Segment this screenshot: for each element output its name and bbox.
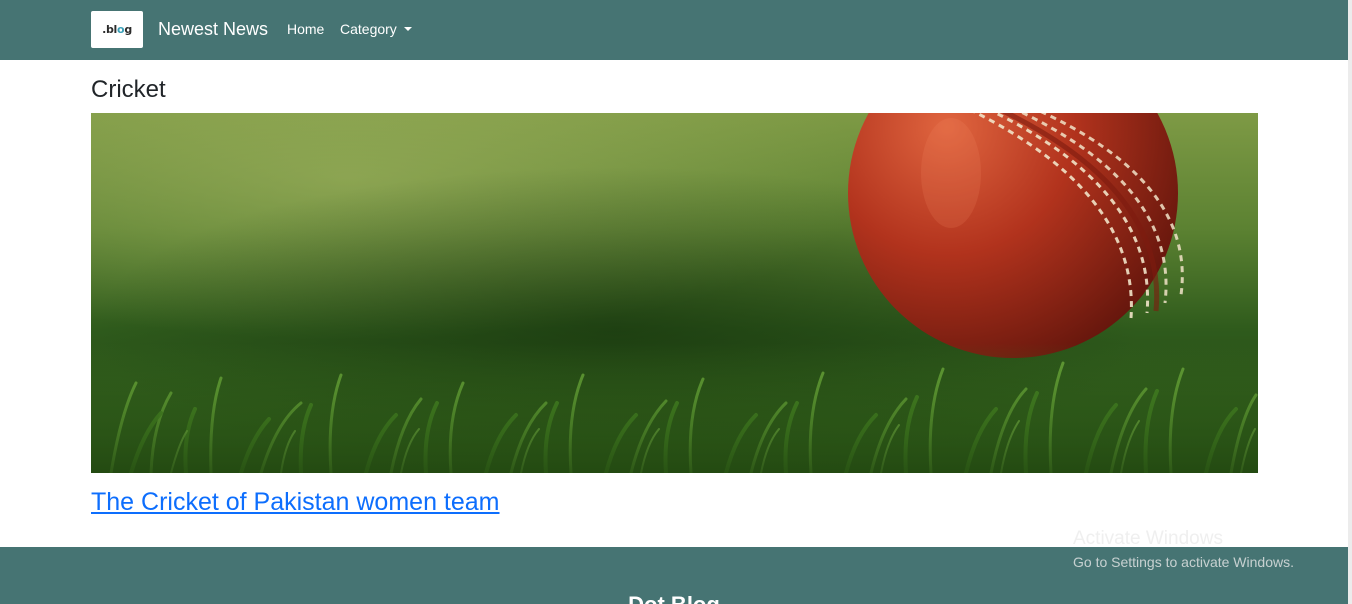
nav-category-label: Category: [340, 21, 397, 37]
vertical-scrollbar[interactable]: [1348, 0, 1352, 604]
nav-category-dropdown[interactable]: Category: [340, 20, 412, 38]
footer-title: Dot Blog: [0, 591, 1348, 604]
article-title-link[interactable]: The Cricket of Pakistan women team: [91, 485, 500, 519]
cricket-ball-on-grass-illustration: [91, 113, 1258, 473]
logo-text-suffix: g: [124, 23, 132, 36]
blog-logo[interactable]: .bl o g: [91, 11, 143, 48]
site-footer: Dot Blog: [0, 547, 1348, 604]
caret-down-icon: [403, 27, 412, 31]
hero-image: [91, 113, 1258, 473]
logo-text-prefix: .bl: [102, 23, 118, 36]
nav-home-link[interactable]: Home: [287, 20, 324, 38]
brand-name-link[interactable]: Newest News: [158, 18, 268, 40]
category-title: Cricket: [91, 76, 166, 103]
top-navbar: .bl o g Newest News Home Category: [0, 0, 1348, 60]
logo-text-o: o: [117, 23, 125, 36]
